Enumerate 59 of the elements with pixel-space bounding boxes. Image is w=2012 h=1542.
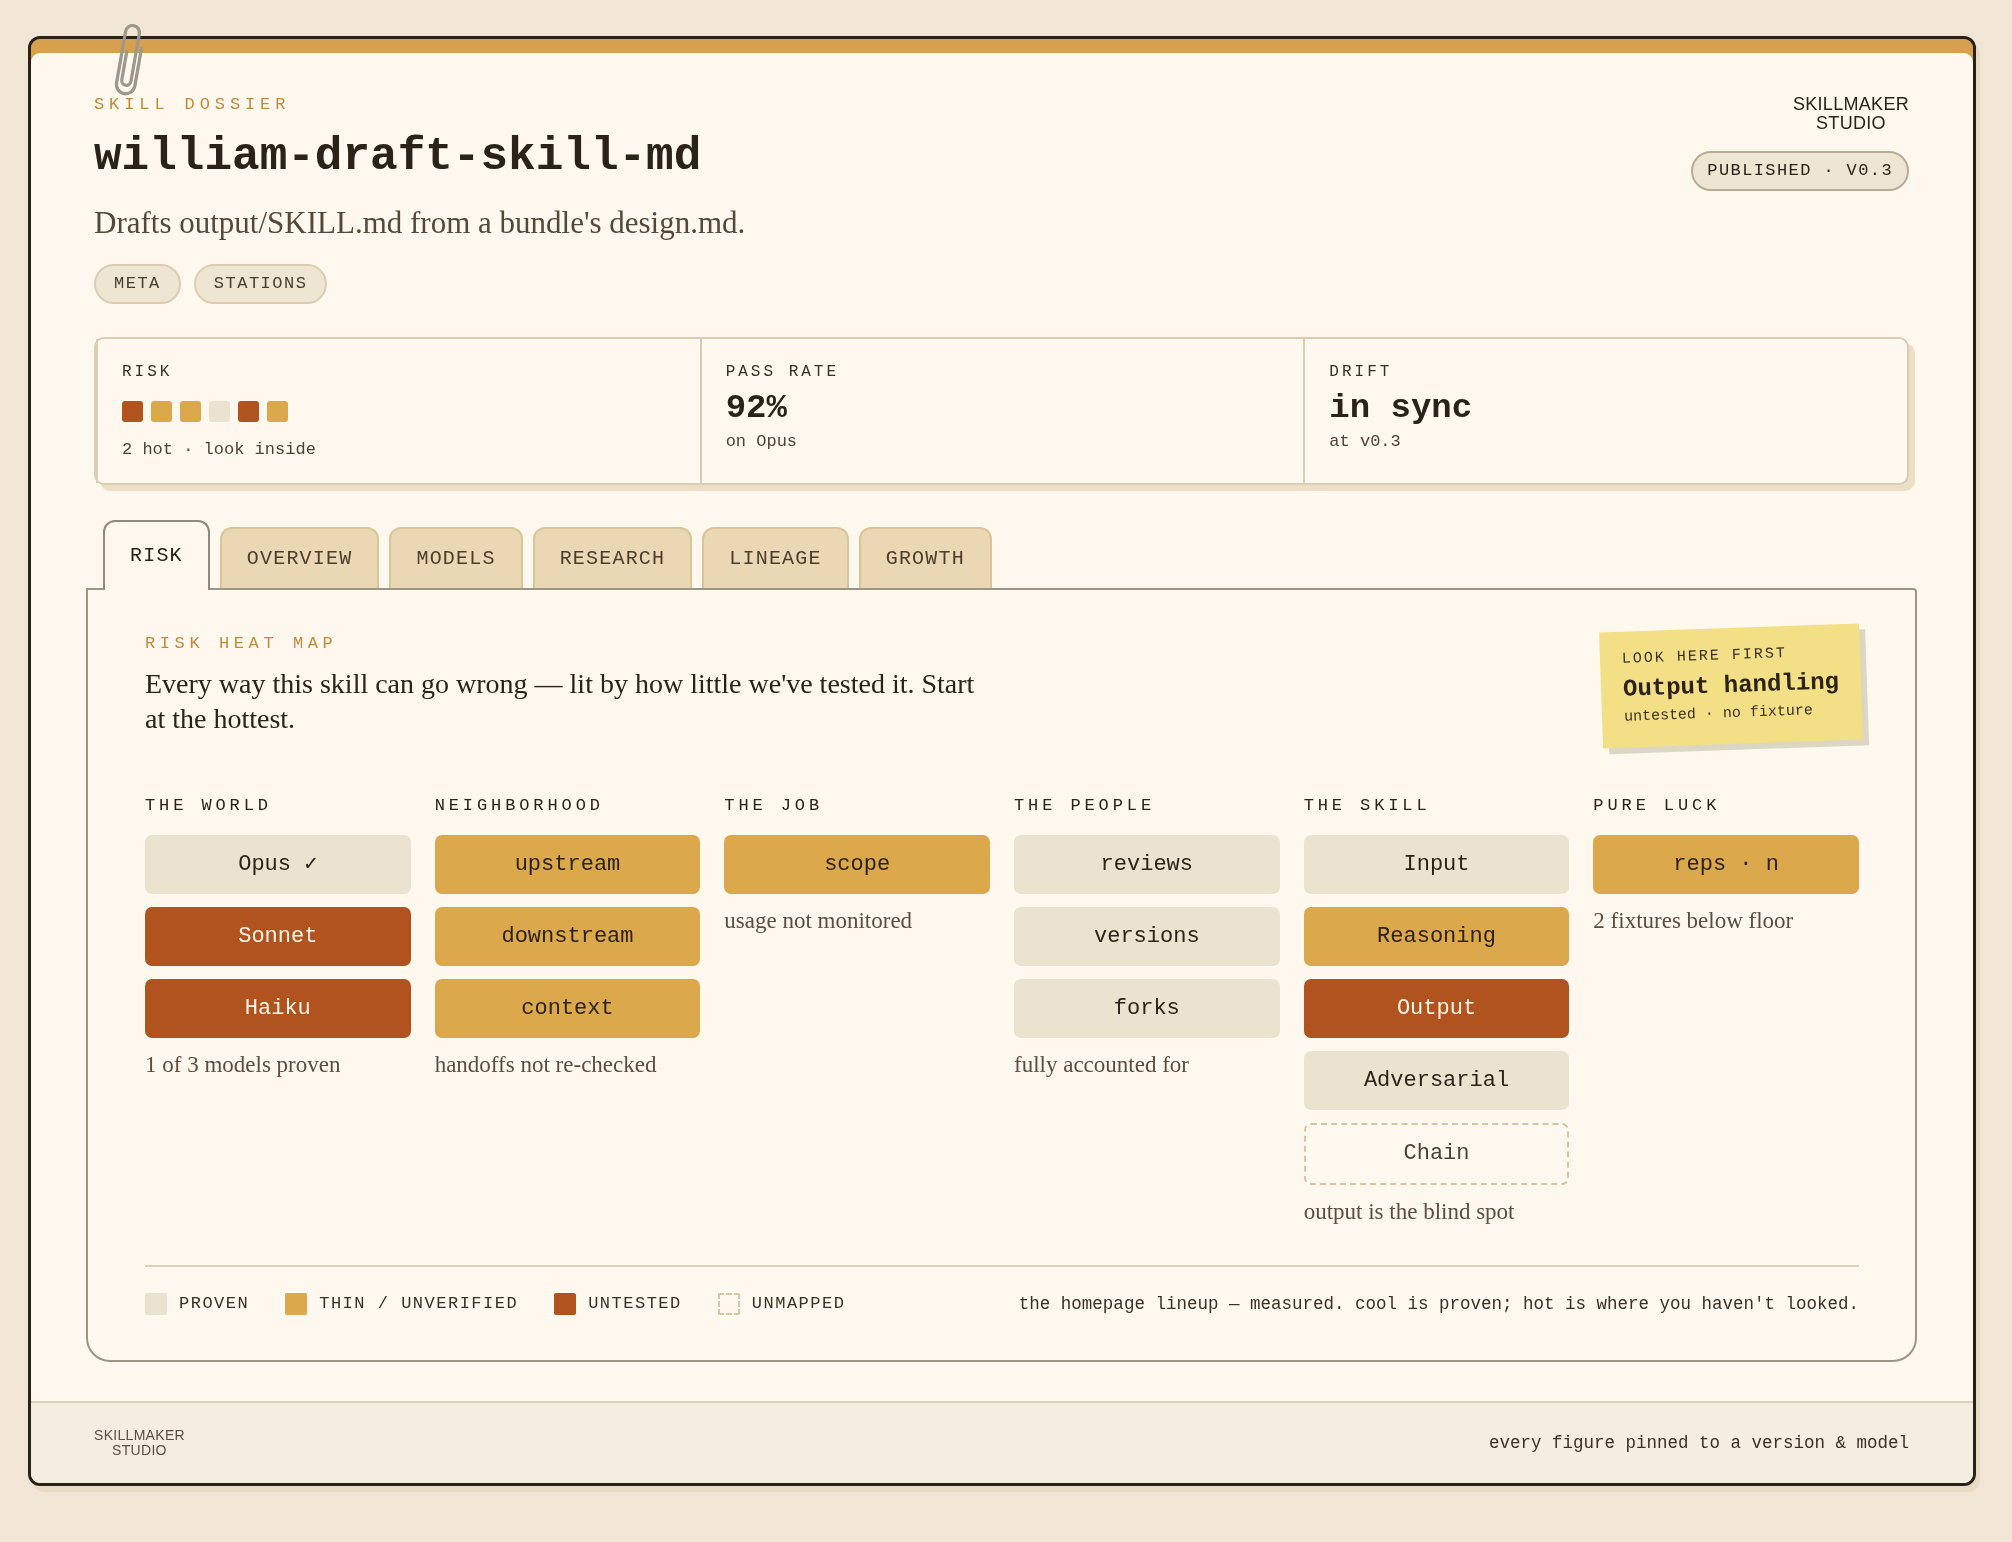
column-heading: NEIGHBORHOOD <box>434 796 605 816</box>
stat-label: PASS RATE <box>725 363 841 381</box>
column-note: output is the blind spot <box>1303 1199 1516 1225</box>
heat-map-tile[interactable]: reviews <box>1014 835 1280 894</box>
status-badge: PUBLISHED · V0.3 <box>1691 151 1909 191</box>
heat-map-tile[interactable]: Reasoning <box>1303 907 1570 966</box>
heat-map-tile[interactable]: Adversarial <box>1303 1051 1570 1110</box>
column-note: fully accounted for <box>1014 1052 1190 1078</box>
column-heading: THE WORLD <box>145 796 273 816</box>
tab[interactable]: MODELS <box>389 527 523 588</box>
stat-note: on Opus <box>725 431 799 453</box>
lead-text: Every way this skill can go wrong — lit by how little we've tested it. Start at the hottest. <box>145 667 976 736</box>
tag-chip: META <box>94 264 181 304</box>
legend-label: PROVEN <box>179 1293 250 1315</box>
column-heading: THE JOB <box>724 796 825 816</box>
brand-logo: SKILLMAKER STUDIO <box>1792 95 1909 133</box>
note-label: LOOK HERE FIRST <box>1621 644 1789 670</box>
tab[interactable]: LINEAGE <box>702 527 849 588</box>
column-note: usage not monitored <box>724 908 914 934</box>
column-heading: PURE LUCK <box>1593 796 1722 816</box>
tab[interactable]: RESEARCH <box>532 527 693 588</box>
heat-map-tile[interactable]: Chain <box>1303 1123 1570 1185</box>
heat-map-tile[interactable]: versions <box>1014 907 1280 966</box>
heat-map-tile[interactable]: scope <box>724 835 990 894</box>
brand-logo: SKILLMAKER STUDIO <box>94 1428 185 1458</box>
heat-map-tile[interactable]: Output <box>1303 979 1570 1038</box>
column-note: 2 fixtures below floor <box>1593 908 1795 934</box>
tab[interactable]: OVERVIEW <box>219 527 380 588</box>
heat-map-tile[interactable]: Haiku <box>145 979 411 1038</box>
column-note: 1 of 3 models proven <box>145 1052 342 1078</box>
tab[interactable]: GROWTH <box>858 527 992 588</box>
stat-note: 2 hot · look inside <box>122 439 317 461</box>
stat-label: RISK <box>122 363 174 381</box>
legend-label: THIN / UNVERIFIED <box>319 1293 519 1315</box>
heat-map-tile[interactable]: downstream <box>434 907 701 966</box>
heat-map-tile[interactable]: Opus ✓ <box>145 835 411 894</box>
heat-map-tile[interactable]: reps · n <box>1593 835 1859 894</box>
stat-value: 92% <box>725 388 788 428</box>
stat-label: DRIFT <box>1329 363 1394 381</box>
column-note: handoffs not re-checked <box>434 1052 658 1078</box>
legend-label: UNTESTED <box>588 1293 682 1315</box>
legend-label: UNMAPPED <box>751 1293 846 1315</box>
heat-map-tile[interactable]: upstream <box>434 835 701 894</box>
column-heading: THE PEOPLE <box>1014 796 1156 816</box>
heat-map-tile[interactable]: context <box>434 979 701 1038</box>
description-text: Drafts output/SKILL.md from a bundle's design.md. <box>94 205 746 241</box>
legend-note: the homepage lineup — measured. cool is proven; hot is where you haven't looked. <box>1018 1293 1859 1316</box>
tag-chip: STATIONS <box>193 264 328 304</box>
stat-note: at v0.3 <box>1329 431 1402 453</box>
footer-note: every figure pinned to a version & model <box>1488 1432 1909 1454</box>
heat-map-tile[interactable]: Sonnet <box>145 907 411 966</box>
tab[interactable]: RISK <box>103 520 210 590</box>
stat-value: in sync <box>1329 388 1474 428</box>
section-label: SKILL DOSSIER <box>94 95 292 115</box>
page-title: william-draft-skill-md <box>94 130 703 185</box>
column-heading: THE SKILL <box>1303 796 1432 816</box>
heat-map-tile[interactable]: Input <box>1303 835 1570 894</box>
heat-map-tile[interactable]: forks <box>1014 979 1280 1038</box>
section-label: RISK HEAT MAP <box>145 634 339 654</box>
